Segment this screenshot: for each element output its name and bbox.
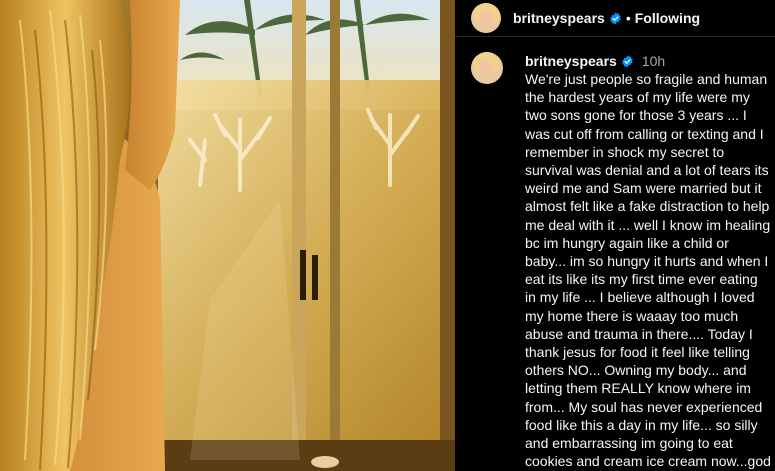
caption-avatar[interactable] (471, 52, 503, 84)
caption-timestamp[interactable]: 10h (642, 53, 665, 69)
header-avatar[interactable] (471, 3, 501, 33)
post-image[interactable] (0, 0, 455, 471)
caption-comment: britneyspears 10h We're just people so f… (471, 52, 771, 471)
post-photo-illustration (0, 0, 455, 471)
caption-meta: britneyspears 10h (525, 52, 771, 70)
caption-text: We're just people so fragile and human t… (525, 71, 771, 470)
following-button[interactable]: Following (635, 10, 700, 26)
header-username[interactable]: britneyspears (513, 10, 605, 26)
caption-username[interactable]: britneyspears (525, 53, 617, 69)
verified-badge-icon (610, 12, 621, 24)
post-side-panel: britneyspears • Following britneyspears … (455, 0, 775, 471)
caption-body: britneyspears 10h We're just people so f… (525, 52, 771, 471)
header-separator: • (625, 10, 631, 26)
verified-badge-icon (622, 55, 633, 67)
post-header: britneyspears • Following (455, 0, 775, 37)
